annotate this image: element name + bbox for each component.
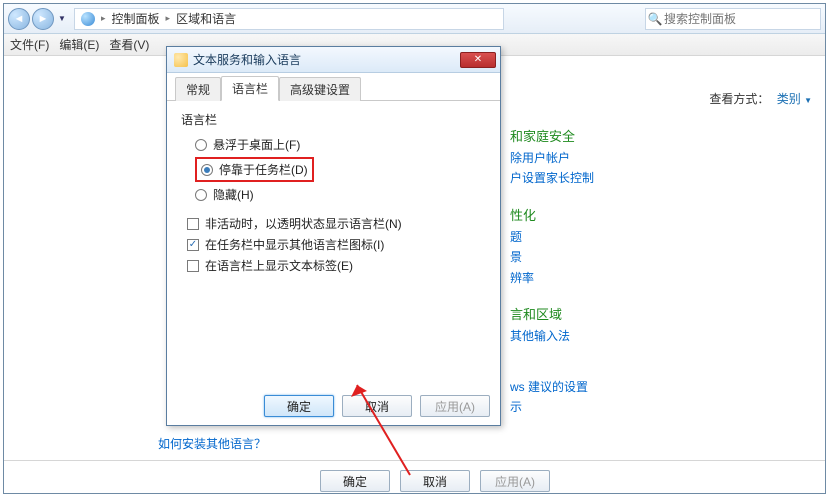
- menu-edit[interactable]: 编辑(E): [59, 36, 99, 53]
- radio-hidden[interactable]: 隐藏(H): [181, 184, 486, 205]
- category-link[interactable]: 题: [510, 227, 594, 247]
- nav-forward-button[interactable]: ►: [32, 8, 54, 30]
- apply-button[interactable]: 应用(A): [420, 395, 490, 417]
- radio-label: 隐藏(H): [213, 186, 254, 203]
- control-panel-icon: [81, 12, 95, 26]
- chevron-right-icon: ▸: [166, 13, 171, 24]
- parent-apply-button[interactable]: 应用(A): [480, 470, 550, 492]
- parent-dialog-buttons: 确定 取消 应用(A): [320, 470, 550, 492]
- navigation-bar: ◄ ► ▼ ▸ 控制面板 ▸ 区域和语言 🔍: [4, 4, 825, 34]
- radio-float-desktop[interactable]: 悬浮于桌面上(F): [181, 134, 486, 155]
- menu-view[interactable]: 查看(V): [109, 36, 149, 53]
- breadcrumb-bar[interactable]: ▸ 控制面板 ▸ 区域和语言: [74, 8, 504, 30]
- dialog-title: 文本服务和输入语言: [193, 51, 460, 68]
- dialog-buttons: 确定 取消 应用(A): [264, 395, 490, 417]
- category-link[interactable]: 除用户帐户: [510, 148, 594, 168]
- tab-language-bar[interactable]: 语言栏: [221, 76, 279, 101]
- radio-label: 停靠于任务栏(D): [219, 161, 308, 178]
- radio-icon: [195, 189, 207, 201]
- category-link[interactable]: 户设置家长控制: [510, 168, 594, 188]
- dialog-close-button[interactable]: ✕: [460, 52, 496, 68]
- category-header[interactable]: 和家庭安全: [510, 126, 594, 148]
- ok-button[interactable]: 确定: [264, 395, 334, 417]
- category-link[interactable]: ws 建议的设置: [510, 377, 594, 397]
- parent-button-separator: [4, 460, 825, 461]
- check-show-text-labels[interactable]: 在语言栏上显示文本标签(E): [181, 255, 486, 276]
- category-link[interactable]: 其他输入法: [510, 326, 594, 346]
- text-services-dialog: 文本服务和输入语言 ✕ 常规 语言栏 高级键设置 语言栏 悬浮于桌面上(F) 停…: [166, 46, 501, 426]
- check-show-icons[interactable]: 在任务栏中显示其他语言栏图标(I): [181, 234, 486, 255]
- checkbox-icon: [187, 239, 199, 251]
- search-icon: 🔍: [646, 12, 664, 26]
- dialog-tabs: 常规 语言栏 高级键设置: [167, 73, 500, 101]
- install-languages-link[interactable]: 如何安装其他语言？: [158, 435, 266, 452]
- view-mode-label: 查看方式：: [709, 92, 769, 106]
- category-links: 和家庭安全 除用户帐户 户设置家长控制 性化 题 景 辨率 言和区域 其他输入法…: [510, 126, 594, 433]
- view-mode: 查看方式： 类别 ▼: [709, 90, 812, 107]
- radio-icon: [201, 164, 213, 176]
- checkbox-label: 非活动时，以透明状态显示语言栏(N): [205, 215, 402, 232]
- category-header[interactable]: 言和区域: [510, 304, 594, 326]
- cancel-button[interactable]: 取消: [342, 395, 412, 417]
- parent-ok-button[interactable]: 确定: [320, 470, 390, 492]
- view-mode-link[interactable]: 类别 ▼: [777, 92, 812, 106]
- checkbox-icon: [187, 260, 199, 272]
- language-bar-group-title: 语言栏: [181, 111, 486, 128]
- category-link[interactable]: 示: [510, 397, 594, 417]
- nav-history-dropdown[interactable]: ▼: [56, 8, 68, 30]
- tab-advanced-keys[interactable]: 高级键设置: [279, 77, 361, 101]
- checkbox-label: 在语言栏上显示文本标签(E): [205, 257, 353, 274]
- breadcrumb-root[interactable]: 控制面板: [112, 10, 160, 27]
- checkbox-label: 在任务栏中显示其他语言栏图标(I): [205, 236, 384, 253]
- radio-label: 悬浮于桌面上(F): [213, 136, 300, 153]
- search-input[interactable]: [664, 12, 820, 26]
- category-link[interactable]: 辨率: [510, 268, 594, 288]
- parent-cancel-button[interactable]: 取消: [400, 470, 470, 492]
- category-header[interactable]: 性化: [510, 205, 594, 227]
- breadcrumb-current[interactable]: 区域和语言: [176, 10, 236, 27]
- chevron-right-icon: ▸: [101, 13, 106, 24]
- annotation-highlight: 停靠于任务栏(D): [195, 157, 314, 182]
- category-link[interactable]: 景: [510, 247, 594, 267]
- menu-file[interactable]: 文件(F): [10, 36, 49, 53]
- check-transparent-inactive[interactable]: 非活动时，以透明状态显示语言栏(N): [181, 213, 486, 234]
- search-box[interactable]: 🔍: [645, 8, 821, 30]
- checkbox-icon: [187, 218, 199, 230]
- nav-back-button[interactable]: ◄: [8, 8, 30, 30]
- dialog-titlebar[interactable]: 文本服务和输入语言 ✕: [167, 47, 500, 73]
- dialog-icon: [174, 53, 188, 67]
- radio-dock-taskbar[interactable]: 停靠于任务栏(D): [181, 155, 486, 184]
- tab-general[interactable]: 常规: [175, 77, 221, 101]
- dialog-body: 语言栏 悬浮于桌面上(F) 停靠于任务栏(D) 隐藏(H) 非活动时，以透明状态…: [167, 101, 500, 286]
- radio-icon: [195, 139, 207, 151]
